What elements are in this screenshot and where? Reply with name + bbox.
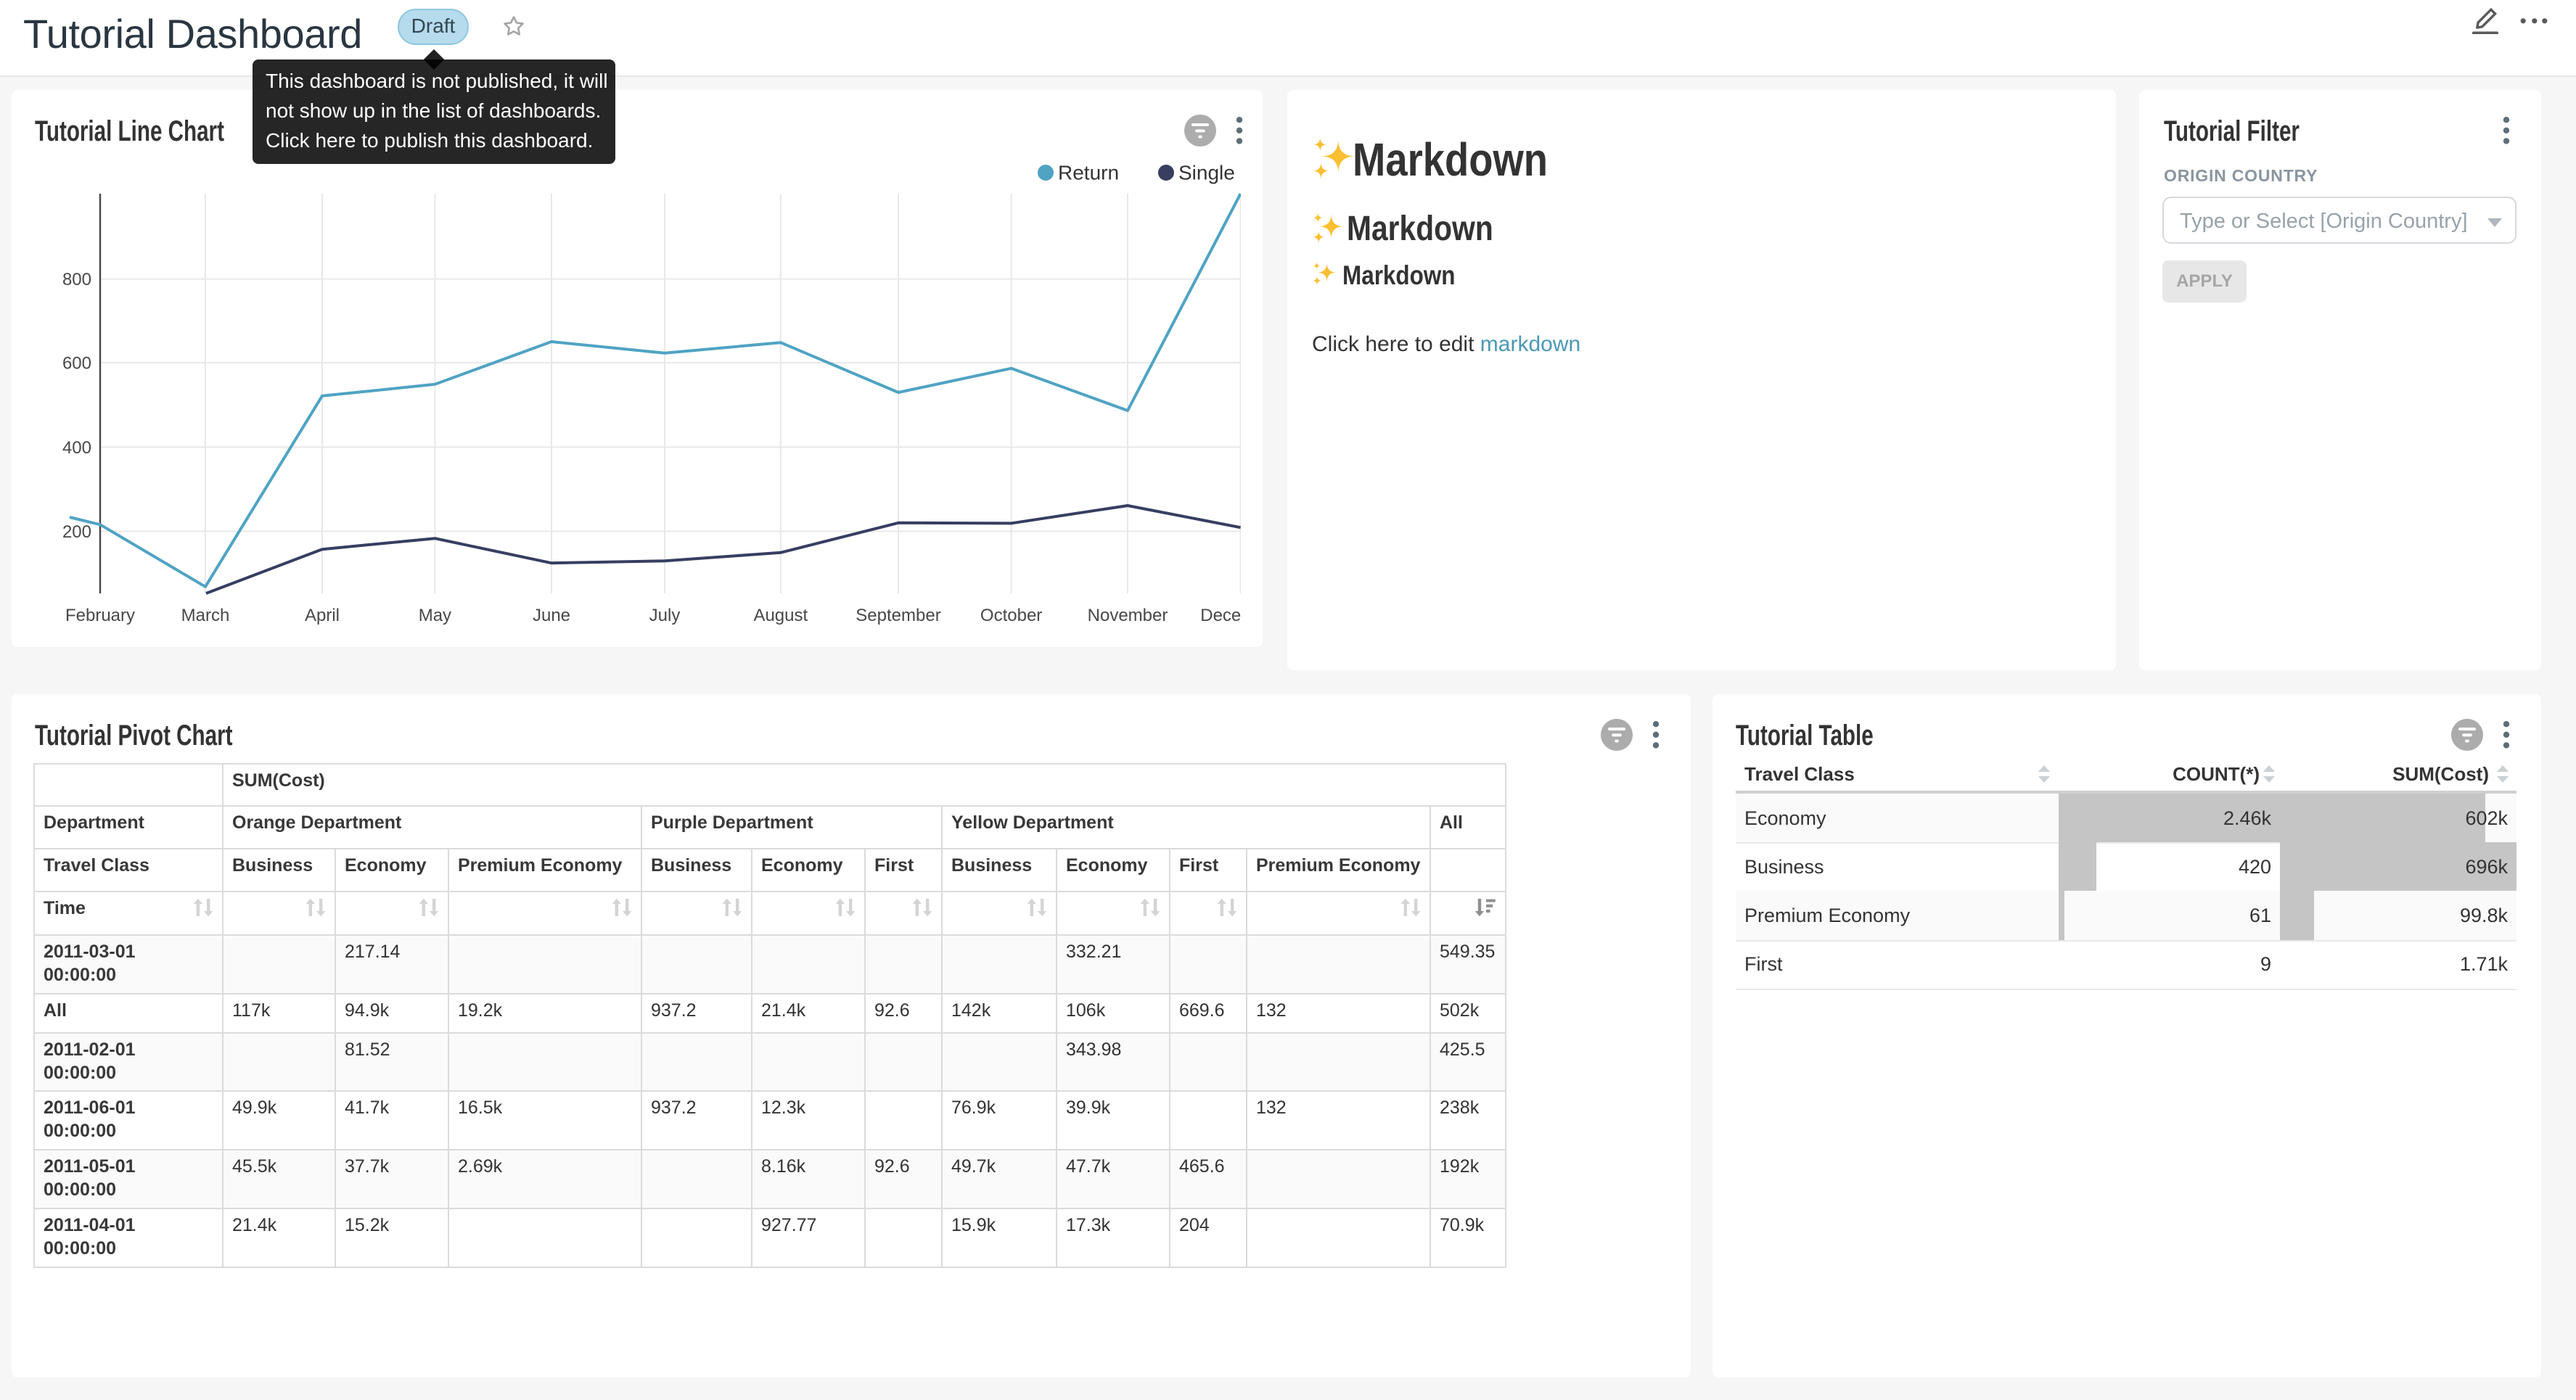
- svg-text:600: 600: [62, 353, 91, 373]
- svg-text:June: June: [533, 606, 570, 625]
- svg-text:May: May: [419, 606, 451, 625]
- svg-text:September: September: [856, 606, 940, 625]
- svg-text:200: 200: [62, 522, 91, 542]
- svg-text:March: March: [181, 606, 230, 625]
- svg-text:400: 400: [62, 438, 91, 458]
- svg-text:July: July: [649, 606, 681, 625]
- svg-text:Return: Return: [1058, 162, 1119, 184]
- svg-text:800: 800: [62, 270, 91, 289]
- svg-text:October: October: [980, 606, 1042, 625]
- svg-text:Single: Single: [1178, 162, 1235, 184]
- svg-text:December: December: [1200, 606, 1241, 625]
- svg-text:November: November: [1088, 606, 1168, 625]
- svg-text:February: February: [65, 606, 135, 625]
- svg-text:April: April: [305, 606, 340, 625]
- svg-text:August: August: [753, 606, 808, 625]
